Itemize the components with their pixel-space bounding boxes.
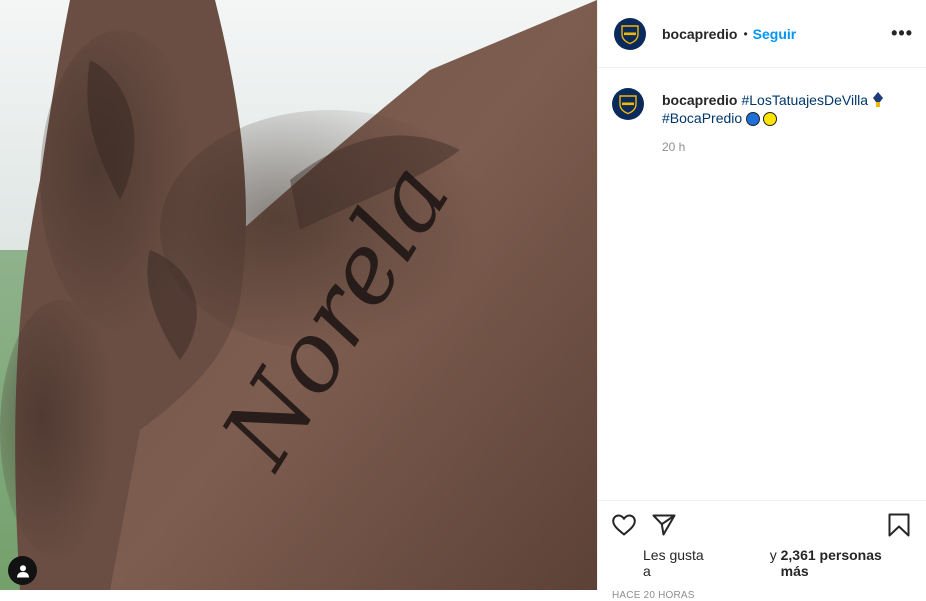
fountain-pen-emoji-icon [872,92,884,108]
post-footer: Les gusta a y 2,361 personas más HACE 20… [598,500,926,601]
caption-time[interactable]: 20 h [662,140,910,154]
share-button[interactable] [652,514,676,536]
yellow-circle-icon [763,112,778,126]
post-photo[interactable]: Norela [0,0,597,590]
header-username[interactable]: bocapredio [662,26,737,42]
heart-icon [612,514,636,536]
like-button[interactable] [612,514,636,536]
action-bar [612,513,910,537]
caption-avatar[interactable] [612,88,644,120]
more-options-button[interactable]: ••• [891,23,913,44]
tattoo-arm-photo: Norela [0,0,597,590]
paper-plane-icon [652,514,676,536]
likes-line: Les gusta a y 2,361 personas más [612,547,910,579]
likes-conjunction: y [769,547,777,563]
follow-button[interactable]: Seguir [753,26,797,42]
post-sidebar: bocapredio • Seguir ••• bocapredio #LosTa… [597,0,926,601]
hashtag-link[interactable]: #BocaPredio [662,110,742,126]
post-timestamp[interactable]: HACE 20 HORAS [612,590,910,601]
avatar[interactable] [614,17,646,50]
header-separator: • [743,26,748,41]
caption-text: bocapredio #LosTatuajesDeVilla #BocaPredi… [662,90,884,127]
save-button[interactable] [888,513,910,537]
bookmark-icon [888,513,910,537]
boca-crest-icon [621,24,639,44]
boca-crest-icon [619,95,637,115]
likes-count-link[interactable]: 2,361 personas más [781,547,910,579]
caption: bocapredio #LosTatuajesDeVilla #BocaPredi… [612,88,910,127]
post-header: bocapredio • Seguir ••• [598,0,926,68]
hashtag-link[interactable]: #LosTatuajesDeVilla [741,92,868,108]
user-tag-icon [16,564,29,577]
blue-circle-icon [746,112,761,126]
caption-username[interactable]: bocapredio [662,92,737,108]
tagged-user-button[interactable] [8,556,37,585]
color-circles-emoji [746,112,780,126]
instagram-post: Norela bocapredio • Seguir ••• bocapredi… [0,0,926,601]
likes-prefix: Les gusta a [643,547,704,579]
comments-section: bocapredio #LosTatuajesDeVilla #BocaPredi… [598,68,926,500]
